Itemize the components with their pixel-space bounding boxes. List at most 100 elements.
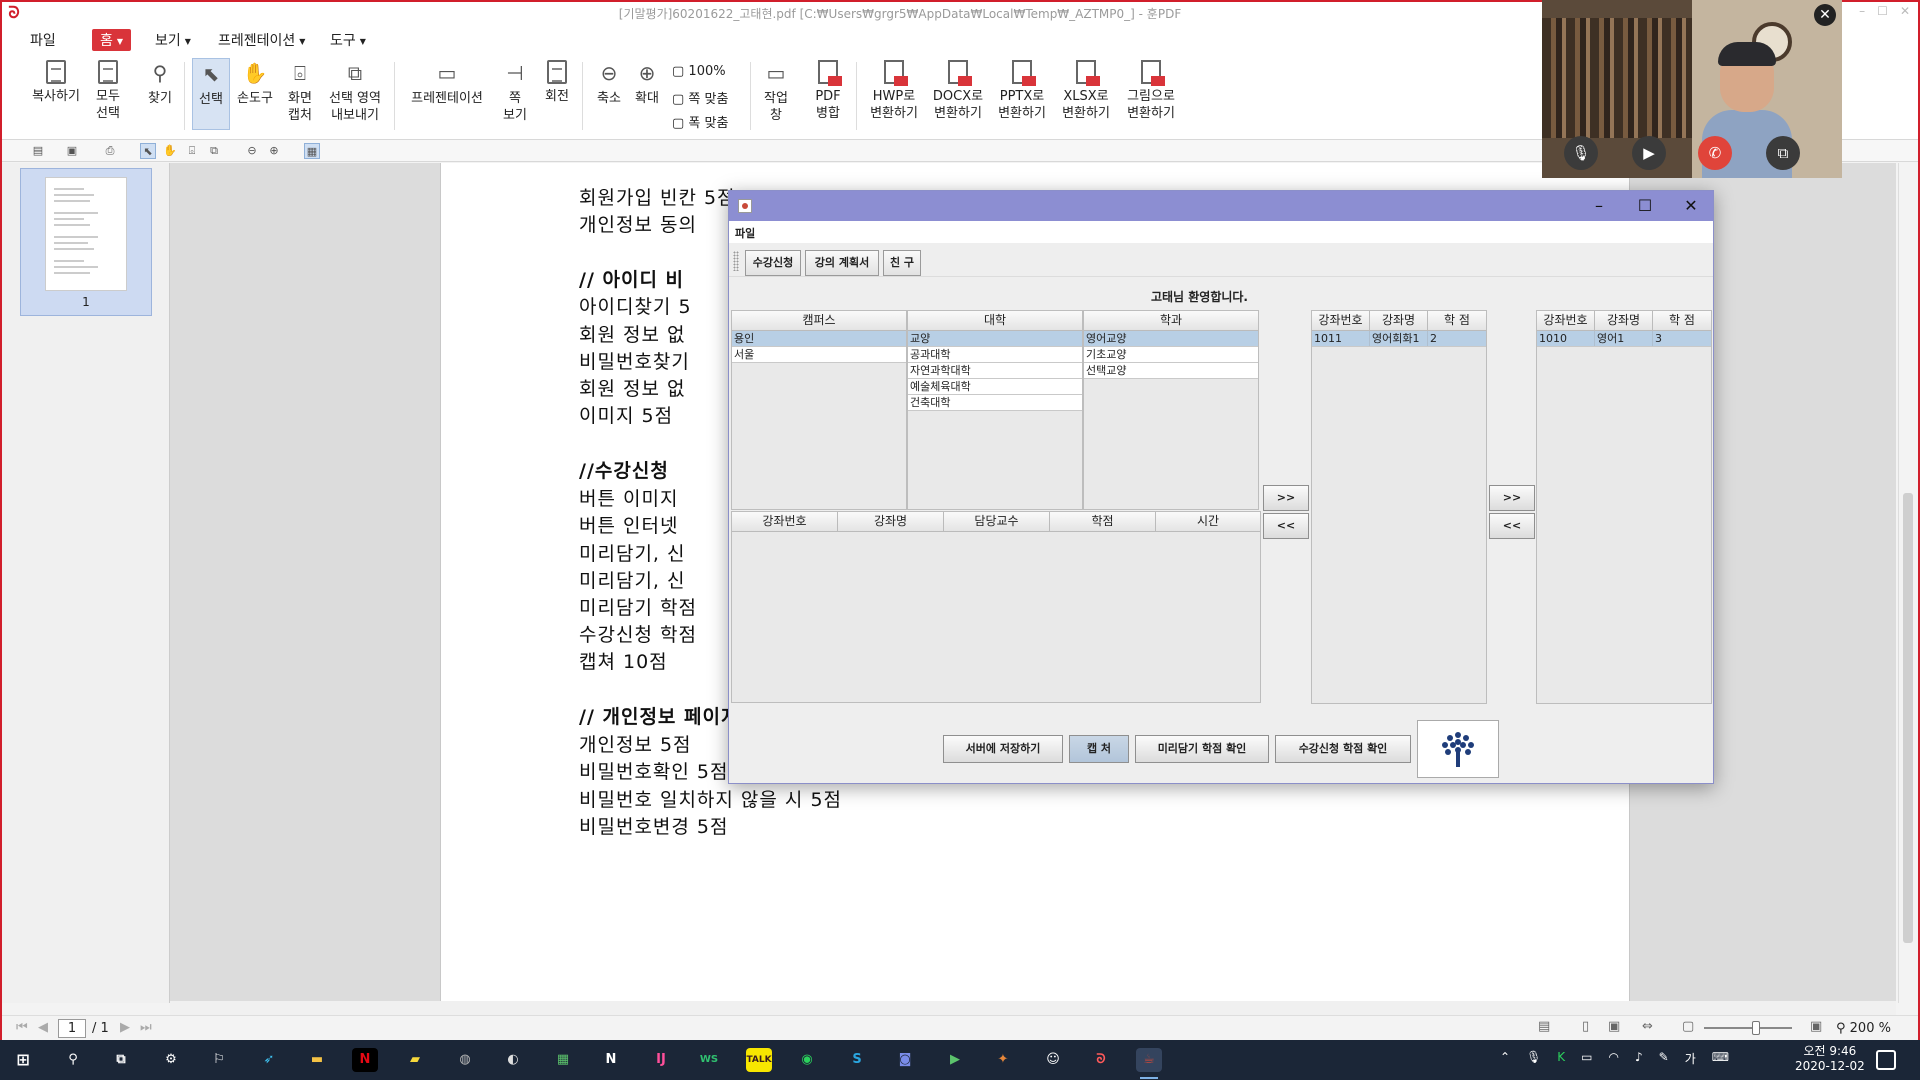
page-number-input[interactable]: 1 bbox=[58, 1019, 86, 1038]
export-selection-button[interactable]: ⧉ 선택 영역 내보내기 bbox=[324, 60, 386, 124]
zoom-level[interactable]: ⚲ 200 % bbox=[1836, 1021, 1891, 1036]
convert-docx-button[interactable]: DOCX로 변환하기 bbox=[928, 60, 988, 122]
last-page-icon[interactable]: ⏭ bbox=[140, 1020, 152, 1035]
department-list[interactable]: 학과 영어교양 기초교양 선택교양 bbox=[1083, 310, 1259, 510]
course-col-header[interactable]: 학점 bbox=[1050, 512, 1156, 532]
video-call-overlay[interactable]: ✕ 🎙 ▶ ✆ ⧉ bbox=[1542, 0, 1842, 178]
save-icon[interactable]: ▣ bbox=[64, 143, 80, 159]
task-view-icon[interactable]: ⧉ bbox=[108, 1048, 134, 1072]
preload-col-header[interactable]: 학 점 bbox=[1428, 311, 1486, 331]
bird-app-icon[interactable]: ➶ bbox=[256, 1048, 282, 1072]
college-list[interactable]: 대학 교양 공과대학 자연과학대학 예술체육대학 건축대학 bbox=[907, 310, 1083, 510]
department-item[interactable]: 기초교양 bbox=[1084, 347, 1258, 363]
camera-toggle-icon[interactable]: ▶ bbox=[1632, 136, 1666, 170]
tray-chevron-icon[interactable]: ⌃ bbox=[1500, 1050, 1510, 1067]
tab-friends[interactable]: 친 구 bbox=[883, 250, 921, 276]
menu-file[interactable]: 파일 bbox=[22, 29, 64, 51]
save-to-server-button[interactable]: 서버에 저장하기 bbox=[943, 735, 1063, 763]
actual-size-icon[interactable]: ▢ bbox=[1682, 1019, 1694, 1034]
page-thumbnail[interactable]: 1 bbox=[20, 168, 152, 316]
menu-presentation[interactable]: 프레젠테이션 ▼ bbox=[210, 29, 313, 51]
college-item[interactable]: 건축대학 bbox=[908, 395, 1082, 411]
enroll-table[interactable]: 강좌번호 강좌명 학 점 1010 영어1 3 bbox=[1536, 310, 1712, 704]
hang-up-icon[interactable]: ✆ bbox=[1698, 136, 1732, 170]
preload-col-header[interactable]: 강좌명 bbox=[1370, 311, 1428, 331]
preload-table[interactable]: 강좌번호 강좌명 학 점 1011 영어회화1 2 bbox=[1311, 310, 1487, 704]
college-item[interactable]: 자연과학대학 bbox=[908, 363, 1082, 379]
view-mode-icon[interactable]: ▤ bbox=[1538, 1019, 1550, 1034]
green-app-icon[interactable]: ◉ bbox=[794, 1048, 820, 1072]
skype-icon[interactable]: S bbox=[844, 1048, 870, 1072]
volume-icon[interactable]: ♪ bbox=[1635, 1050, 1643, 1067]
hand-tool-button[interactable]: ✋ 손도구 bbox=[234, 60, 276, 107]
course-table[interactable]: 강좌번호 강좌명 담당교수 학점 시간 bbox=[731, 511, 1261, 703]
find-button[interactable]: ⚲ 찾기 bbox=[144, 60, 176, 107]
enroll-col-header[interactable]: 학 점 bbox=[1653, 311, 1711, 331]
hand-mode-icon[interactable]: ✋ bbox=[162, 143, 178, 159]
zoom-100-button[interactable]: ▢ 100% bbox=[672, 64, 726, 79]
add-to-preload-button[interactable]: >> bbox=[1263, 485, 1309, 511]
start-icon[interactable]: ⊞ bbox=[10, 1048, 36, 1072]
course-col-header[interactable]: 담당교수 bbox=[944, 512, 1050, 532]
discord-icon[interactable]: ◙ bbox=[892, 1048, 918, 1072]
app-minimize-button[interactable]: – bbox=[1589, 196, 1609, 216]
search-icon[interactable]: ⚲ bbox=[60, 1048, 86, 1072]
app-maximize-button[interactable]: ☐ bbox=[1635, 196, 1655, 216]
scrollbar-thumb[interactable] bbox=[1903, 493, 1913, 943]
course-col-header[interactable]: 강좌번호 bbox=[732, 512, 838, 532]
notion-icon[interactable]: N bbox=[598, 1048, 624, 1072]
linux-icon[interactable]: ☺ bbox=[1040, 1048, 1066, 1072]
open-folder-icon[interactable]: ▤ bbox=[30, 143, 46, 159]
enroll-col-header[interactable]: 강좌번호 bbox=[1537, 311, 1595, 331]
wifi-icon[interactable]: ◠ bbox=[1609, 1050, 1619, 1067]
ime-indicator[interactable]: 가 bbox=[1685, 1050, 1696, 1067]
college-item[interactable]: 예술체육대학 bbox=[908, 379, 1082, 395]
course-col-header[interactable]: 시간 bbox=[1156, 512, 1260, 532]
presentation-button[interactable]: ▭ 프레젠테이션 bbox=[404, 60, 490, 107]
campus-list[interactable]: 캠퍼스 용인 서울 bbox=[731, 310, 907, 510]
game-app-icon[interactable]: ✦ bbox=[990, 1048, 1016, 1072]
feedback-icon[interactable]: ⚐ bbox=[206, 1048, 232, 1072]
convert-xlsx-button[interactable]: XLSX로 변환하기 bbox=[1056, 60, 1116, 122]
add-to-enroll-button[interactable]: >> bbox=[1489, 485, 1535, 511]
drawing-app-icon[interactable]: ◍ bbox=[452, 1048, 478, 1072]
convert-pptx-button[interactable]: PPTX로 변환하기 bbox=[992, 60, 1052, 122]
minimize-button[interactable]: – bbox=[1859, 4, 1865, 18]
kakaotalk-icon[interactable]: TALK bbox=[746, 1048, 772, 1072]
first-page-icon[interactable]: ⏮ bbox=[16, 1020, 28, 1035]
video-app-icon[interactable]: ▶ bbox=[942, 1048, 968, 1072]
hunpdf-icon[interactable]: ᘐ bbox=[1088, 1048, 1114, 1072]
preload-credit-check-button[interactable]: 미리담기 학점 확인 bbox=[1135, 735, 1269, 763]
app-menu-file[interactable]: 파일 bbox=[735, 225, 755, 241]
microphone-icon[interactable]: 🎙 bbox=[1564, 136, 1598, 170]
sticky-notes-icon[interactable]: ▰ bbox=[402, 1048, 428, 1072]
page-layout-icon[interactable]: ▦ bbox=[304, 143, 320, 159]
java-app-taskbar-icon[interactable]: ☕ bbox=[1136, 1048, 1162, 1079]
spreadsheet-app-icon[interactable]: ▦ bbox=[550, 1048, 576, 1072]
copy-button[interactable]: 복사하기 bbox=[28, 60, 84, 105]
vertical-scrollbar[interactable] bbox=[1898, 163, 1916, 1003]
page-view-button[interactable]: ⊣ 쪽 보기 bbox=[498, 60, 532, 124]
college-item[interactable]: 공과대학 bbox=[908, 347, 1082, 363]
close-button[interactable]: ✕ bbox=[1900, 4, 1910, 18]
zoom-fit-icon[interactable]: ▣ bbox=[1810, 1019, 1822, 1034]
notification-icon[interactable] bbox=[1876, 1050, 1896, 1070]
pen-icon[interactable]: ✎ bbox=[1659, 1050, 1669, 1067]
export-mode-icon[interactable]: ⧉ bbox=[206, 143, 222, 159]
remove-from-enroll-button[interactable]: << bbox=[1489, 513, 1535, 539]
close-video-icon[interactable]: ✕ bbox=[1814, 4, 1836, 26]
print-icon[interactable]: ⎙ bbox=[102, 143, 118, 159]
capture-button[interactable]: 캡 처 bbox=[1069, 735, 1129, 763]
remove-from-preload-button[interactable]: << bbox=[1263, 513, 1309, 539]
menu-tools[interactable]: 도구 ▼ bbox=[322, 29, 374, 51]
campus-item[interactable]: 용인 bbox=[732, 331, 906, 347]
campus-item[interactable]: 서울 bbox=[732, 347, 906, 363]
select-all-button[interactable]: 모두 선택 bbox=[90, 60, 126, 122]
single-page-icon[interactable]: ▯ bbox=[1582, 1019, 1589, 1034]
picture-in-picture-icon[interactable]: ⧉ bbox=[1766, 136, 1800, 170]
preload-col-header[interactable]: 강좌번호 bbox=[1312, 311, 1370, 331]
tray-mic-icon[interactable]: 🎙 bbox=[1526, 1050, 1541, 1067]
rotate-button[interactable]: 회전 bbox=[540, 60, 574, 105]
intellij-icon[interactable]: IJ bbox=[648, 1048, 674, 1072]
toolbar-grip[interactable] bbox=[733, 251, 739, 271]
